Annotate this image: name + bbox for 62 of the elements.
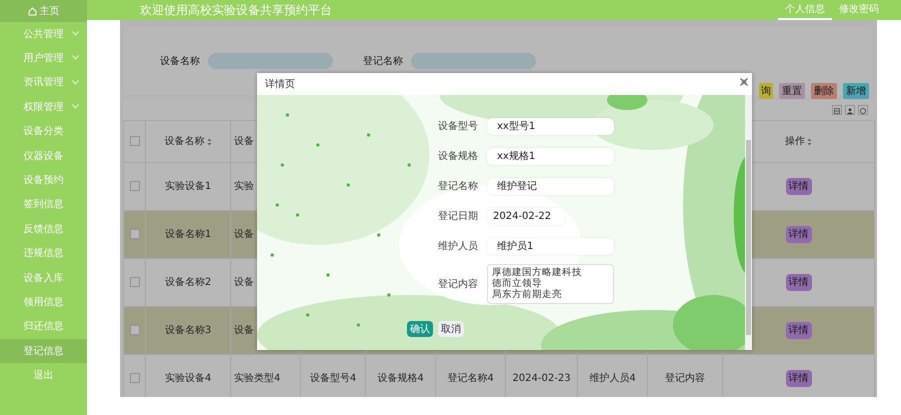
checkbox[interactable]: [130, 373, 140, 384]
search-button[interactable]: 询: [759, 83, 773, 99]
table-cell: 设备: [234, 277, 254, 288]
details-button[interactable]: 详情: [786, 322, 812, 339]
table-cell: 设备名称2: [164, 277, 212, 288]
table-cell: 设备: [234, 229, 254, 240]
table-cell: 设备型号4: [310, 373, 356, 384]
field-label: 设备规格: [438, 150, 478, 164]
reset-button[interactable]: 重置: [779, 83, 805, 99]
sidebar-item[interactable]: 登记信息: [0, 339, 87, 364]
checkbox[interactable]: [130, 229, 140, 240]
date-field[interactable]: 2024-02-22: [487, 208, 565, 224]
table-cell: 实验: [234, 181, 254, 192]
text-line: 局东方前期走亮: [492, 289, 563, 300]
delete-button[interactable]: 删除: [811, 83, 837, 99]
column-header[interactable]: 操作: [784, 134, 805, 149]
column-header[interactable]: 设备: [234, 134, 254, 149]
field-label: 设备型号: [438, 120, 478, 134]
column-header[interactable]: 设备名称: [164, 134, 204, 149]
field-label: 登记日期: [438, 210, 478, 224]
home-icon: [28, 6, 37, 16]
search-field[interactable]: [208, 53, 333, 69]
table-cell: 登记内容: [665, 373, 705, 384]
table-cell: 维护人员4: [589, 373, 636, 384]
field-label: 维护人员: [438, 240, 478, 254]
checkbox[interactable]: [130, 325, 140, 336]
table-cell: 设备名称3: [164, 325, 212, 336]
confirm-button[interactable]: 确认: [407, 321, 433, 337]
table-cell: 实验设备4: [164, 373, 212, 384]
input-field[interactable]: xx规格1: [487, 148, 614, 164]
cancel-button[interactable]: 取消: [438, 321, 464, 337]
search-field[interactable]: [411, 53, 536, 69]
page-title: 欢迎使用高校实验设备共享预约平台: [140, 2, 332, 19]
home-link[interactable]: 主页: [0, 0, 87, 22]
table-cell: 设备: [234, 325, 254, 336]
input-field[interactable]: 维护登记: [487, 178, 614, 194]
input-field[interactable]: xx型号1: [487, 118, 614, 134]
field-label: 登记内容: [438, 278, 478, 292]
field-label: 登记名称: [438, 180, 478, 194]
checkbox[interactable]: [130, 181, 140, 192]
field-label: 登记名称: [363, 54, 403, 68]
checkbox[interactable]: [130, 277, 140, 288]
table-cell: 2024-02-23: [512, 373, 571, 384]
table-cell: 实验类型4: [234, 373, 280, 384]
input-field[interactable]: 维护员1: [487, 238, 614, 254]
field-label: 设备名称: [160, 54, 200, 68]
text-area[interactable]: 厚德建国方略建科技 德而立领导 局东方前期走亮: [487, 264, 614, 304]
details-button[interactable]: 详情: [786, 274, 812, 291]
table-cell: 实验设备1: [164, 181, 212, 192]
details-button[interactable]: 详情: [786, 226, 812, 243]
checkbox[interactable]: [130, 136, 140, 146]
table-cell: 登记名称4: [447, 373, 494, 384]
details-button[interactable]: 详情: [786, 178, 812, 195]
text-line: 德而立领导: [492, 278, 543, 289]
table-cell: 设备规格4: [377, 373, 424, 384]
close-button[interactable]: [739, 77, 749, 87]
add-button[interactable]: 新增: [843, 83, 869, 99]
table-cell: 设备名称1: [164, 229, 212, 240]
scrollbar[interactable]: [745, 95, 752, 350]
dialog-title: 详情页: [265, 78, 295, 92]
details-button[interactable]: 详情: [786, 370, 812, 387]
text-line: 厚德建国方略建科技: [492, 267, 583, 278]
